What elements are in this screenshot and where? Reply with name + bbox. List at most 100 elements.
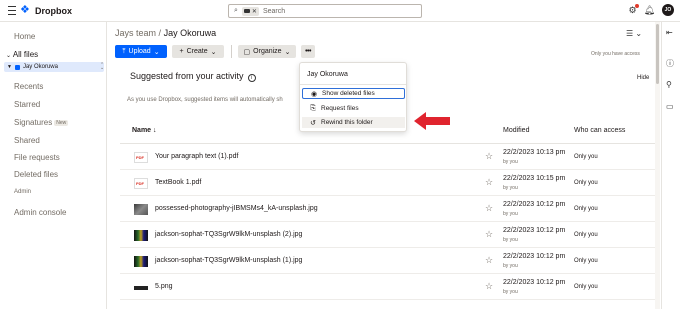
right-rail: ⇤ ⓘ ⚲ ▭: [661, 22, 680, 309]
pin-icon[interactable]: ⚲: [666, 80, 672, 89]
view-options-icon[interactable]: ☰ ⌄: [626, 29, 642, 38]
sidebar-item-deleted-files[interactable]: Deleted files: [14, 170, 58, 179]
new-badge: New: [54, 120, 69, 126]
sidebar-item-team-folder[interactable]: ▼ Jay Okoruwa: [4, 62, 104, 72]
bell-icon[interactable]: 🔔︎: [644, 5, 655, 16]
request-icon: ⎘: [310, 104, 316, 112]
modified-by: by you: [503, 263, 518, 269]
sidebar-item-shared[interactable]: Shared: [14, 136, 40, 145]
modified-date: 22/2/2023 10:12 pm: [503, 253, 566, 260]
table-row[interactable]: jackson-sophat-TQ3SgrW9lkM-unsplash (1).…: [120, 248, 655, 274]
file-name[interactable]: 5.png: [155, 283, 173, 290]
table-row[interactable]: possessed-photography-jIBMSMs4_kA-unspla…: [120, 196, 655, 222]
file-name[interactable]: possessed-photography-jIBMSMs4_kA-unspla…: [155, 205, 318, 212]
create-label: Create: [186, 48, 208, 55]
menu-item-request-files[interactable]: ⎘ Request files: [302, 103, 405, 114]
column-header-modified[interactable]: Modified: [503, 127, 529, 134]
menu-item-rewind-this-folder[interactable]: ↺ Rewind this folder: [302, 117, 405, 128]
close-icon[interactable]: ✕: [252, 8, 257, 15]
search-input[interactable]: Search: [263, 8, 285, 15]
hamburger-menu-icon[interactable]: [8, 6, 16, 15]
top-bar: ❖ Dropbox ⌕ ✕ Search ⚙ 🔔︎ JO: [0, 0, 680, 22]
sidebar-item-signatures[interactable]: Signatures New: [14, 118, 69, 127]
more-options-button[interactable]: •••: [301, 45, 315, 58]
sidebar-collapse-icon[interactable]: ⌃ ⌄: [100, 63, 104, 71]
sidebar-item-label: Jay Okoruwa: [22, 64, 58, 70]
upload-button[interactable]: ⤒ Upload ⌄: [115, 45, 167, 58]
organize-label: Organize: [253, 48, 282, 55]
sidebar-item-starred[interactable]: Starred: [14, 100, 40, 109]
suggested-description: As you use Dropbox, suggested items will…: [127, 97, 283, 103]
star-icon[interactable]: ☆: [485, 177, 493, 188]
who-can-access: Only you: [574, 154, 598, 160]
sidebar: Home ⌄ All files ▼ Jay Okoruwa ⌃ ⌄ Recent…: [0, 22, 107, 309]
star-icon[interactable]: ☆: [485, 151, 493, 162]
breadcrumb-parent[interactable]: Jays team: [115, 28, 156, 38]
gift-icon[interactable]: ⚙: [628, 3, 639, 16]
sidebar-section-admin: Admin: [14, 189, 32, 195]
file-name[interactable]: jackson-sophat-TQ3SgrW9lkM-unsplash (2).…: [155, 231, 302, 238]
team-folder-icon: [14, 64, 20, 70]
page-title: Jay Okoruwa: [163, 28, 217, 38]
column-header-who-can-access[interactable]: Who can access: [574, 127, 625, 134]
file-name[interactable]: Your paragraph text (1).pdf: [155, 153, 238, 160]
collapse-panel-icon[interactable]: ⇤: [666, 28, 673, 37]
modified-by: by you: [503, 159, 518, 165]
file-thumbnail-icon: [134, 152, 148, 163]
sidebar-item-all-files[interactable]: ⌄ All files: [6, 50, 38, 59]
column-header-name[interactable]: Name ↓: [132, 127, 157, 134]
folder-scope-chip[interactable]: ✕: [241, 6, 259, 16]
eye-icon: ◉: [310, 90, 318, 98]
breadcrumb-separator: /: [158, 28, 162, 38]
brand-name: Dropbox: [35, 5, 72, 16]
table-row[interactable]: 5.png ☆ 22/2/2023 10:12 pm by you Only you: [120, 274, 655, 300]
star-icon[interactable]: ☆: [485, 203, 493, 214]
organize-button[interactable]: ▢ Organize ⌄: [238, 45, 296, 58]
chevron-down-icon: ▼: [7, 64, 12, 70]
chevron-down-icon: ⌄: [210, 48, 217, 56]
sidebar-item-label: Signatures: [14, 118, 53, 127]
chevron-down-icon: ⌄: [153, 48, 160, 56]
info-icon[interactable]: i: [247, 74, 256, 82]
menu-item-label: Rewind this folder: [321, 119, 373, 126]
dropbox-logo[interactable]: ❖ Dropbox: [20, 5, 72, 16]
hide-suggestions-link[interactable]: Hide: [637, 75, 649, 81]
table-row[interactable]: Your paragraph text (1).pdf ☆ 22/2/2023 10…: [120, 144, 655, 170]
star-icon[interactable]: ☆: [485, 229, 493, 240]
search-bar[interactable]: ⌕ ✕ Search: [228, 4, 422, 18]
modified-date: 22/2/2023 10:12 pm: [503, 279, 566, 286]
who-can-access: Only you: [574, 180, 598, 186]
folder-activity-icon[interactable]: ▭: [666, 102, 674, 111]
scrollbar-thumb[interactable]: [656, 24, 659, 84]
who-can-access: Only you: [574, 258, 598, 264]
suggested-title-text: Suggested from your activity: [130, 71, 244, 81]
menu-item-label: Show deleted files: [322, 90, 375, 97]
access-note: Only you have access: [591, 51, 640, 57]
file-name[interactable]: TextBook 1.pdf: [155, 179, 201, 186]
organize-icon: ▢: [243, 48, 251, 56]
sidebar-item-file-requests[interactable]: File requests: [14, 153, 60, 162]
info-icon[interactable]: ⓘ: [666, 58, 674, 69]
sidebar-item-label: All files: [12, 50, 39, 59]
create-button[interactable]: + Create ⌄: [172, 45, 224, 58]
table-row[interactable]: jackson-sophat-TQ3SgrW9lkM-unsplash (2).…: [120, 222, 655, 248]
sidebar-item-admin-console[interactable]: Admin console: [14, 208, 66, 217]
who-can-access: Only you: [574, 232, 598, 238]
scrollbar[interactable]: [655, 22, 660, 309]
menu-divider: [300, 84, 406, 85]
menu-item-show-deleted-files[interactable]: ◉ Show deleted files: [302, 88, 405, 99]
file-thumbnail-icon: [134, 230, 148, 241]
sidebar-item-recents[interactable]: Recents: [14, 82, 43, 91]
avatar[interactable]: JO: [662, 4, 674, 16]
star-icon[interactable]: ☆: [485, 281, 493, 292]
more-options-menu: Jay Okoruwa ◉ Show deleted files ⎘ Reque…: [299, 62, 407, 132]
sidebar-item-home[interactable]: Home: [14, 32, 35, 41]
star-icon[interactable]: ☆: [485, 255, 493, 266]
file-thumbnail-icon: [134, 178, 148, 189]
file-thumbnail-icon: [134, 204, 148, 215]
table-row[interactable]: TextBook 1.pdf ☆ 22/2/2023 10:15 pm by you O…: [120, 170, 655, 196]
file-thumbnail-icon: [134, 286, 148, 290]
plus-icon: +: [179, 48, 184, 55]
file-name[interactable]: jackson-sophat-TQ3SgrW9lkM-unsplash (1).…: [155, 257, 302, 264]
column-header-name-label: Name: [132, 127, 152, 134]
